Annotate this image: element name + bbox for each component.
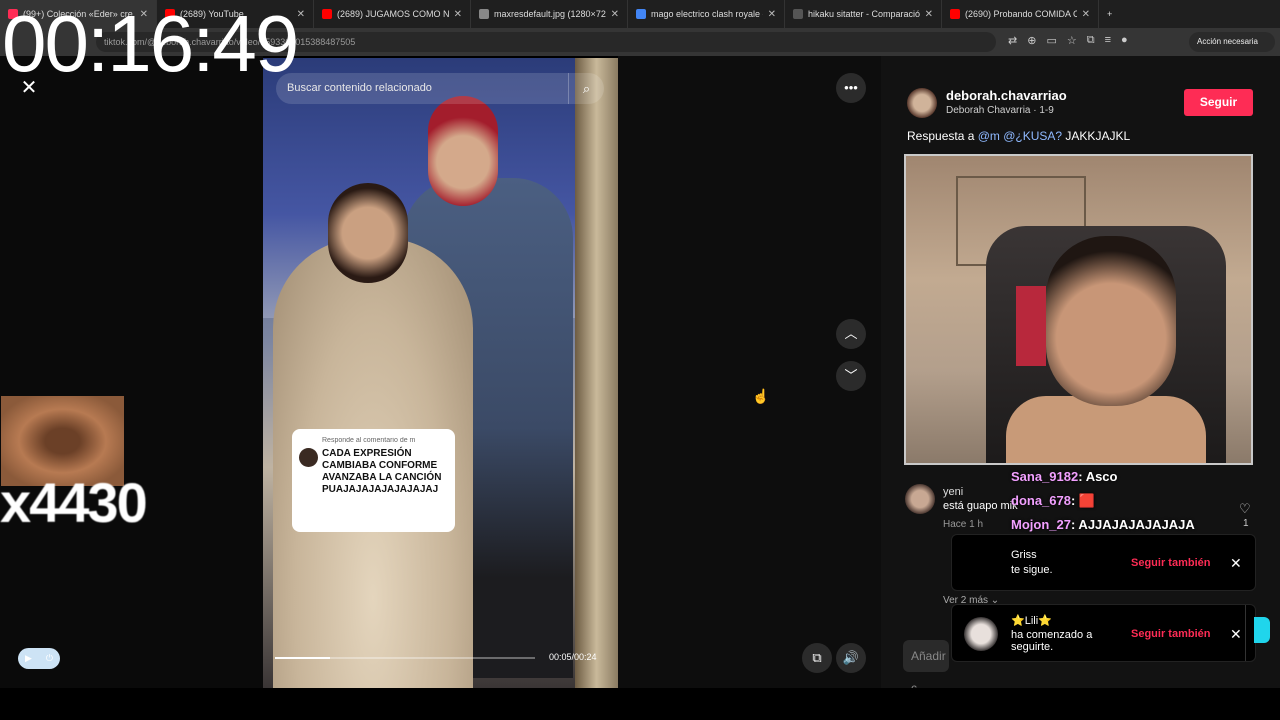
- youtube-icon: [950, 9, 960, 19]
- close-tab-icon[interactable]: ✕: [611, 9, 619, 20]
- follow-notification: ⭐Lili⭐ ha comenzado a seguirte. Seguir t…: [951, 604, 1256, 662]
- video-person-boy-head: [428, 96, 498, 206]
- chat-message: dona_678: 🟥: [1011, 493, 1096, 508]
- cursor-icon: ☝: [752, 388, 770, 404]
- cast-icon[interactable]: ▭: [1046, 34, 1056, 47]
- translate-icon[interactable]: ⇄: [1008, 34, 1017, 47]
- close-tab-icon[interactable]: ✕: [768, 9, 776, 20]
- follow-button[interactable]: Seguir: [1184, 89, 1253, 116]
- video-progress-fill: [275, 657, 330, 659]
- globe-icon: [479, 9, 489, 19]
- toolbar-icons: ⇄ ⊕ ▭ ☆ ⧉ ≡ ●: [1008, 34, 1128, 47]
- power-icon: ⏻: [45, 653, 53, 663]
- stream-overlay-counter: x4430: [0, 471, 148, 534]
- like-count: 1: [1243, 518, 1249, 529]
- close-icon[interactable]: ✕: [1230, 626, 1242, 643]
- youtube-icon: [322, 9, 332, 19]
- heart-icon[interactable]: ♡: [1239, 501, 1251, 517]
- follow-back-button[interactable]: Seguir también: [1131, 628, 1210, 640]
- video-pillar: [575, 58, 618, 688]
- stream-timer: 00:16:49: [2, 0, 299, 88]
- tab-image[interactable]: maxresdefault.jpg (1280×720) ✕: [471, 0, 628, 28]
- post-button[interactable]: [1254, 617, 1270, 643]
- webcam-chair-accent: [1016, 286, 1046, 366]
- tab-youtube-2[interactable]: (2689) JUGAMOS COMO NUES✕: [314, 0, 471, 28]
- avatar: [299, 448, 318, 467]
- add-comment-input[interactable]: Añadir c: [903, 640, 949, 695]
- stream-badge[interactable]: ▶ ⏻: [18, 648, 60, 669]
- webcam-face: [1046, 236, 1176, 406]
- comment-text: está guapo mik: [943, 500, 1018, 512]
- left-backdrop: [0, 56, 263, 688]
- video-time: 00:05/00:24: [549, 652, 597, 662]
- search-icon[interactable]: ⌕: [568, 73, 604, 104]
- related-search-input[interactable]: Buscar contenido relacionado ⌕: [276, 73, 604, 104]
- chevron-down-icon[interactable]: ﹀: [836, 361, 866, 391]
- reply-comment-card: Responde al comentario de m CADA EXPRESI…: [292, 429, 455, 532]
- close-tab-icon[interactable]: ✕: [297, 9, 305, 20]
- video-player[interactable]: [263, 58, 618, 688]
- author-username[interactable]: deborah.chavarriao: [946, 88, 1067, 103]
- media-icon[interactable]: ≡: [1105, 34, 1111, 47]
- webcam-shirt: [1006, 396, 1206, 463]
- tab-google[interactable]: mago electrico clash royale - B ✕: [628, 0, 785, 28]
- video-progress-bar[interactable]: [275, 657, 535, 659]
- close-tab-icon[interactable]: ✕: [925, 9, 933, 20]
- video-description: Respuesta a @m @¿KUSA? JAKKJAJKL: [907, 129, 1131, 143]
- chat-message: Sana_9182: Asco: [1011, 469, 1118, 484]
- comment-author[interactable]: yeni: [943, 486, 963, 498]
- page-icon: [793, 9, 803, 19]
- pip-icon[interactable]: ⧉: [802, 643, 832, 673]
- streamer-webcam: [904, 154, 1253, 465]
- profile-icon[interactable]: ●: [1121, 34, 1128, 47]
- video-person-girl-head: [328, 183, 408, 283]
- chat-message: Mojon_27: AJJAJAJAJAJAJA: [1011, 517, 1195, 532]
- tab-hikaku[interactable]: hikaku sitatter - Comparación ✕: [785, 0, 942, 28]
- avatar[interactable]: [907, 88, 937, 118]
- close-tab-icon[interactable]: ✕: [1082, 9, 1090, 20]
- more-options-icon[interactable]: •••: [836, 73, 866, 103]
- avatar: [964, 617, 998, 651]
- volume-icon[interactable]: 🔊: [836, 643, 866, 673]
- extensions-icon[interactable]: ⧉: [1087, 34, 1095, 47]
- avatar[interactable]: [905, 484, 935, 514]
- new-tab-button[interactable]: +: [1099, 0, 1129, 28]
- tab-youtube-3[interactable]: (2690) Probando COMIDA CAL✕: [942, 0, 1099, 28]
- google-icon: [636, 9, 646, 19]
- play-icon: ▶: [24, 653, 32, 663]
- follow-notification: Griss te sigue. Seguir también ✕: [951, 534, 1256, 591]
- close-tab-icon[interactable]: ✕: [454, 9, 462, 20]
- author-display-line: Deborah Chavarria · 1-9: [946, 105, 1054, 116]
- accion-necesaria-button[interactable]: Acción necesaria: [1189, 32, 1275, 52]
- zoom-icon[interactable]: ⊕: [1027, 34, 1036, 47]
- star-icon[interactable]: ☆: [1067, 34, 1077, 47]
- comment-time: Hace 1 h: [943, 519, 984, 530]
- chevron-up-icon[interactable]: ︿: [836, 319, 866, 349]
- close-icon[interactable]: ✕: [1230, 555, 1242, 572]
- follow-back-button[interactable]: Seguir también: [1131, 557, 1210, 569]
- bottom-bar: [0, 688, 1280, 720]
